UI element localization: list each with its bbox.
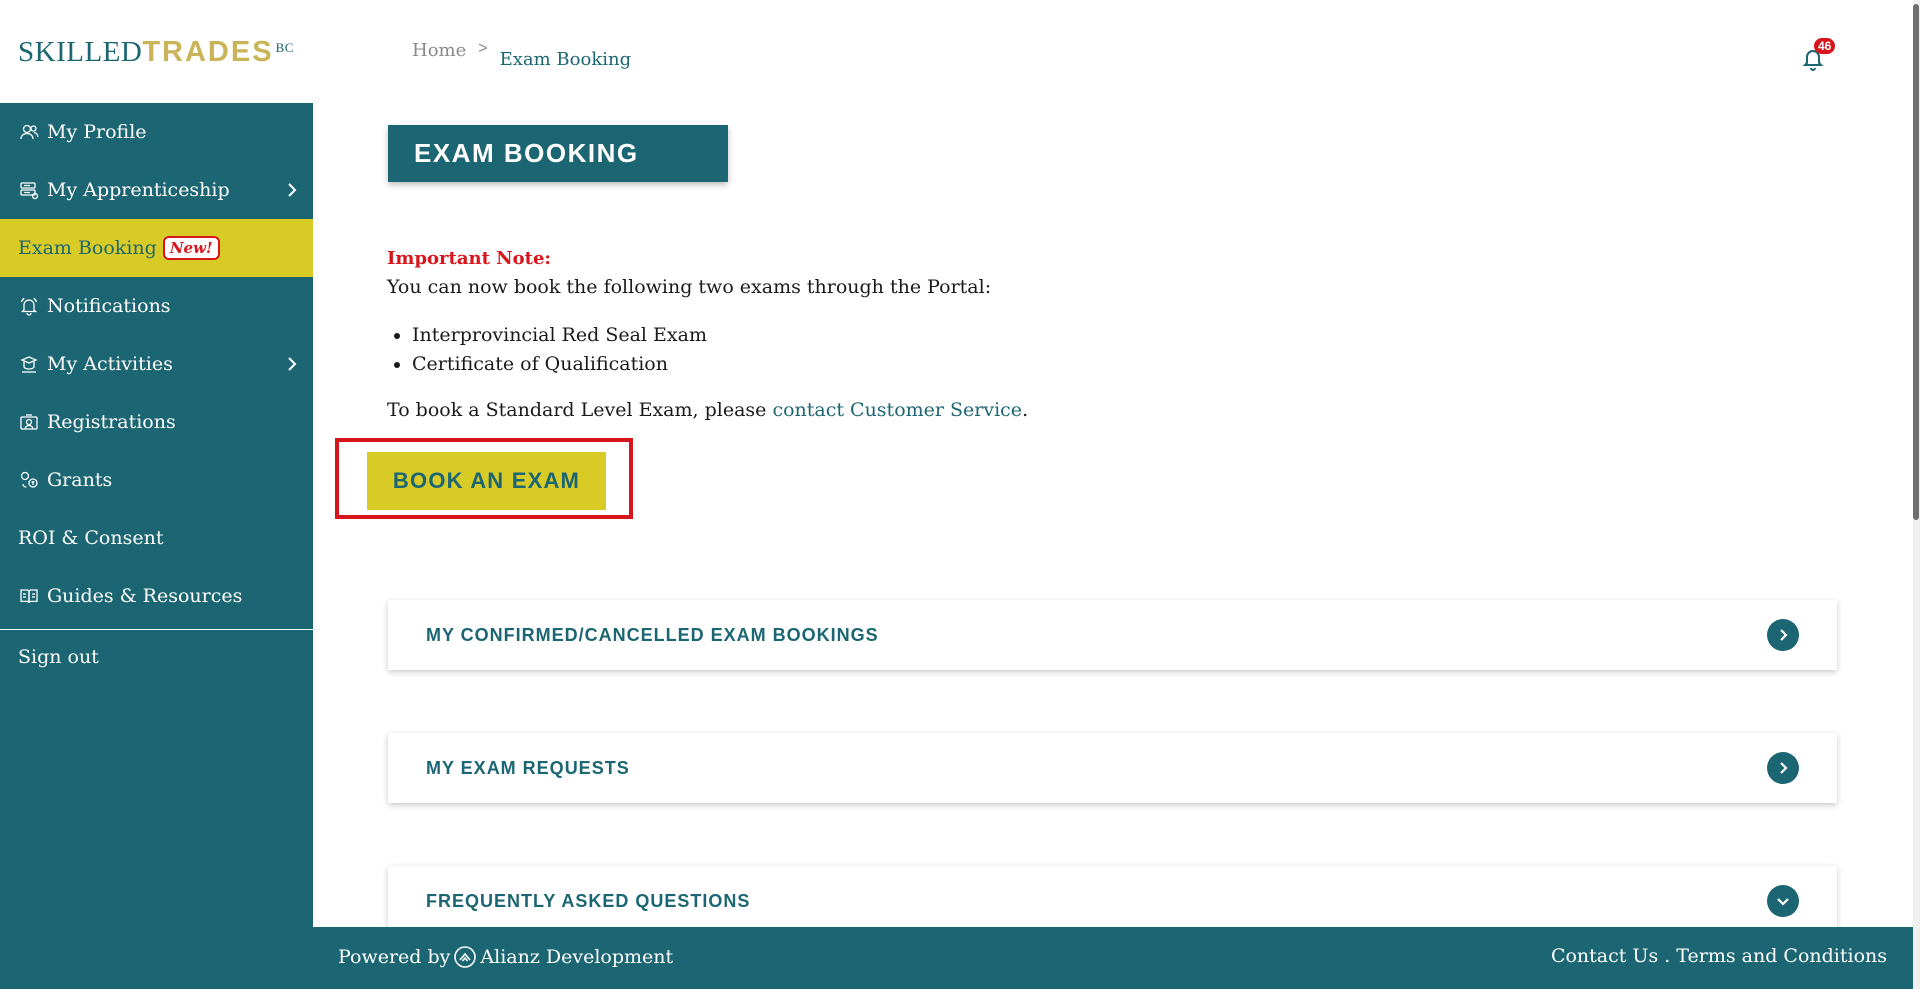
profile-icon: [18, 121, 40, 143]
chevron-right-icon[interactable]: [1767, 752, 1799, 784]
standard-exam-suffix: .: [1022, 399, 1029, 421]
contact-customer-service-link[interactable]: contact Customer Service: [772, 399, 1022, 421]
sidebar-item-label: My Profile: [47, 121, 147, 143]
notification-count-badge: 46: [1814, 38, 1836, 54]
sidebar-item-label: Grants: [47, 469, 113, 491]
powered-by-text: Powered by: [338, 946, 451, 968]
sidebar-item-label: Guides & Resources: [47, 585, 243, 607]
sidebar-item-my-apprenticeship[interactable]: My Apprenticeship: [0, 161, 313, 219]
important-note-label: Important Note:: [387, 248, 552, 269]
sidebar-item-label: Exam Booking: [18, 237, 157, 259]
footer: Powered by Alianz Development Contact Us…: [313, 927, 1920, 989]
footer-links[interactable]: Contact Us . Terms and Conditions: [1551, 945, 1887, 967]
page-title-text: EXAM BOOKING: [414, 138, 639, 168]
sidebar-item-registrations[interactable]: Registrations: [0, 393, 313, 451]
powered-by: Powered by Alianz Development: [338, 945, 673, 969]
sidebar-item-label: Notifications: [47, 295, 171, 317]
sidebar-nav: My Profile My Apprenticeship Exam Bookin…: [0, 103, 313, 684]
sidebar-item-label: Registrations: [47, 411, 176, 433]
bell-icon: [18, 295, 40, 317]
breadcrumb-current: Exam Booking: [499, 49, 632, 70]
chevron-right-icon: [288, 357, 297, 371]
breadcrumb-separator: >: [478, 40, 488, 57]
sidebar-item-label: ROI & Consent: [18, 527, 164, 549]
sidebar-item-my-activities[interactable]: My Activities: [0, 335, 313, 393]
sign-out-link[interactable]: Sign out: [0, 630, 313, 684]
sidebar-item-notifications[interactable]: Notifications: [0, 277, 313, 335]
list-item: Certificate of Qualification: [412, 351, 707, 380]
standard-exam-prefix: To book a Standard Level Exam, please: [387, 399, 773, 421]
accordion-confirmed-cancelled-bookings[interactable]: MY CONFIRMED/CANCELLED EXAM BOOKINGS: [388, 600, 1837, 670]
sidebar-item-exam-booking[interactable]: Exam Booking New!: [0, 219, 313, 277]
sidebar-item-roi-consent[interactable]: ROI & Consent: [0, 509, 313, 567]
accordion-my-exam-requests[interactable]: MY EXAM REQUESTS: [388, 733, 1837, 803]
sidebar-item-grants[interactable]: Grants: [0, 451, 313, 509]
logo-trades-text: TRADES: [142, 36, 274, 68]
logo-bc-text: BC: [275, 40, 294, 55]
sidebar: SKILLEDTRADES BC My Profile My Apprentice…: [0, 0, 313, 989]
guides-icon: [18, 585, 40, 607]
list-item: Interprovincial Red Seal Exam: [412, 322, 707, 351]
page-title: EXAM BOOKING: [388, 125, 728, 182]
apprenticeship-icon: [18, 179, 40, 201]
registrations-icon: [18, 411, 40, 433]
alianz-development-link[interactable]: Alianz Development: [480, 946, 673, 968]
sidebar-item-label: My Activities: [47, 353, 173, 375]
skilledtrades-logo[interactable]: SKILLEDTRADES BC: [18, 36, 294, 69]
sidebar-item-label: My Apprenticeship: [47, 179, 230, 201]
chevron-right-icon: [288, 183, 297, 197]
new-badge: New!: [162, 236, 220, 260]
accordion-label: MY EXAM REQUESTS: [426, 757, 630, 778]
book-an-exam-button[interactable]: BOOK AN EXAM: [367, 452, 606, 510]
accordion-faq[interactable]: FREQUENTLY ASKED QUESTIONS: [388, 866, 1837, 936]
chevron-right-icon[interactable]: [1767, 619, 1799, 651]
logo-area: SKILLEDTRADES BC: [0, 0, 313, 103]
exam-list: Interprovincial Red Seal Exam Certificat…: [412, 322, 707, 380]
breadcrumb-home[interactable]: Home: [412, 40, 466, 61]
intro-text: You can now book the following two exams…: [387, 276, 992, 298]
standard-exam-text: To book a Standard Level Exam, please co…: [387, 399, 1028, 421]
sidebar-item-guides-resources[interactable]: Guides & Resources: [0, 567, 313, 625]
scrollbar-thumb[interactable]: [1913, 4, 1919, 520]
chevron-down-icon[interactable]: [1767, 885, 1799, 917]
sidebar-item-my-profile[interactable]: My Profile: [0, 103, 313, 161]
activities-icon: [18, 353, 40, 375]
alianz-logo-icon: [454, 946, 477, 968]
accordion-label: FREQUENTLY ASKED QUESTIONS: [426, 890, 751, 911]
breadcrumb: Home > Exam Booking: [412, 40, 631, 70]
logo-skilled-text: SKILLED: [18, 36, 143, 68]
accordion-label: MY CONFIRMED/CANCELLED EXAM BOOKINGS: [426, 624, 879, 645]
grants-icon: [18, 469, 40, 491]
